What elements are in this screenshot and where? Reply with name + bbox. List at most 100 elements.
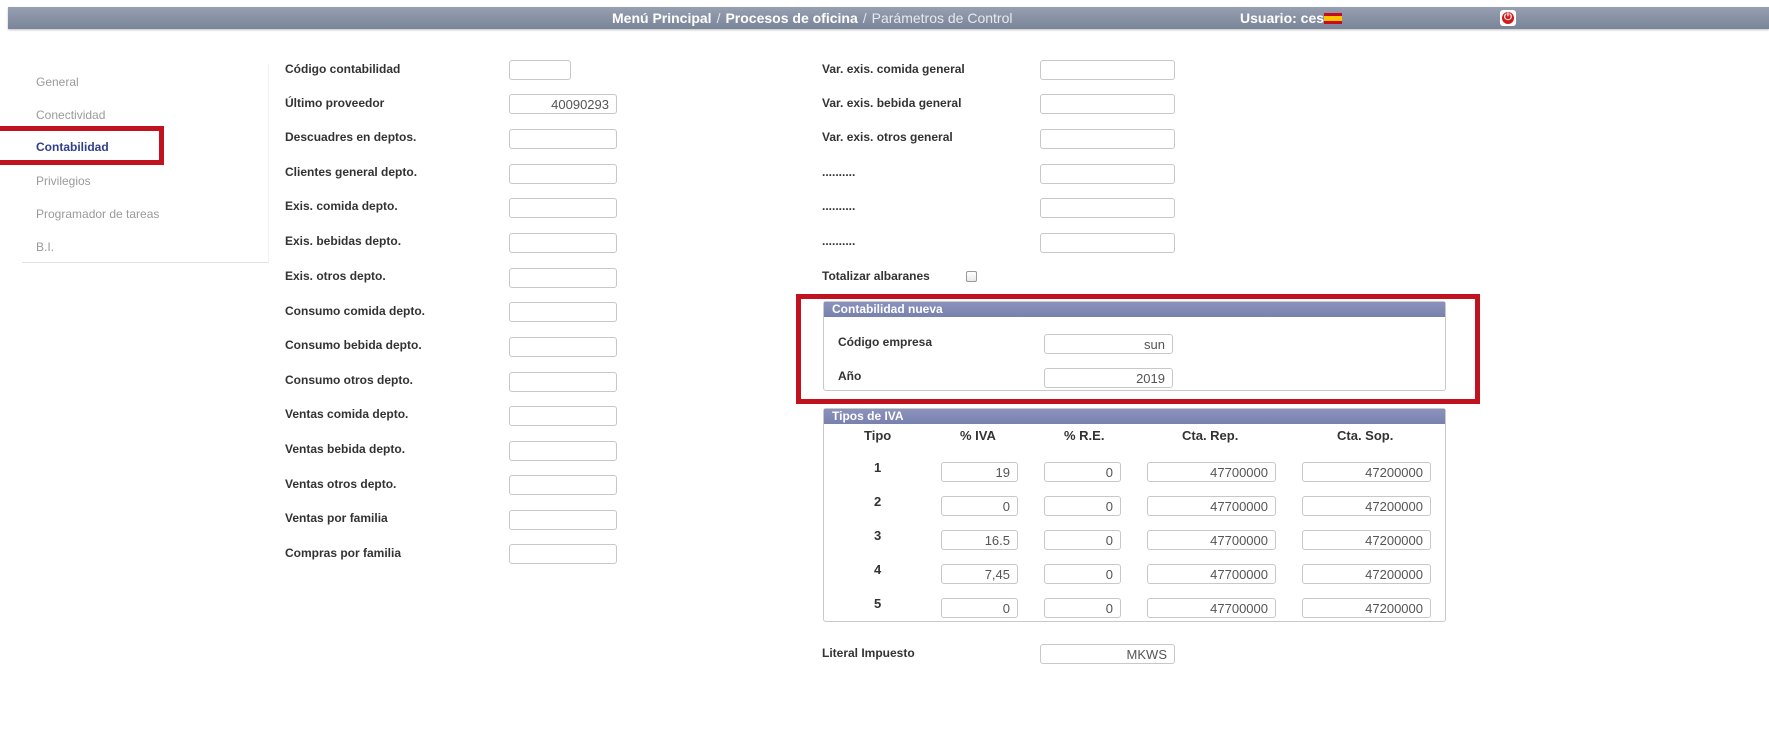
panel-title: Tipos de IVA (824, 409, 1445, 424)
codigo-empresa-label: Código empresa (838, 335, 933, 349)
exis-comida-input[interactable] (509, 198, 617, 218)
re-input[interactable] (1044, 496, 1121, 516)
cta-sop-input[interactable] (1302, 564, 1431, 584)
field-label: Ventas por familia (285, 511, 388, 525)
tipo-cell: 2 (874, 494, 882, 509)
cta-rep-input[interactable] (1147, 530, 1276, 550)
cta-rep-input[interactable] (1147, 564, 1276, 584)
field-label: Exis. comida depto. (285, 199, 398, 213)
sidebar-item-privilegios[interactable]: Privilegios (36, 174, 91, 188)
iva-input[interactable] (941, 598, 1018, 618)
field-label: Ventas comida depto. (285, 407, 409, 421)
field-label: .......... (822, 199, 856, 213)
sidebar: General Conectividad Contabilidad Privil… (22, 64, 269, 263)
column-header-cta-rep: Cta. Rep. (1182, 428, 1239, 443)
breadcrumb-separator: / (716, 10, 721, 26)
iva-input[interactable] (941, 462, 1018, 482)
column-header-iva: % IVA (960, 428, 996, 443)
sidebar-item-conectividad[interactable]: Conectividad (36, 108, 105, 122)
tipo-cell: 5 (874, 596, 882, 611)
tipo-cell: 3 (874, 528, 882, 543)
cta-rep-input[interactable] (1147, 598, 1276, 618)
totalizar-albaranes-checkbox[interactable] (966, 271, 977, 282)
cta-rep-input[interactable] (1147, 496, 1276, 516)
re-input[interactable] (1044, 564, 1121, 584)
column-header-tipo: Tipo (864, 428, 892, 443)
var-exis-comida-input[interactable] (1040, 60, 1175, 80)
power-icon: ⏻ (1502, 12, 1514, 24)
cta-sop-input[interactable] (1302, 598, 1431, 618)
compras-familia-input[interactable] (509, 544, 617, 564)
sidebar-item-contabilidad[interactable]: Contabilidad (36, 140, 109, 154)
descuadres-input[interactable] (509, 129, 617, 149)
sidebar-item-general[interactable]: General (36, 75, 79, 89)
breadcrumb-home[interactable]: Menú Principal (612, 10, 712, 26)
codigo-contabilidad-input[interactable] (509, 60, 571, 80)
field-label: Consumo otros depto. (285, 373, 413, 387)
column-header-cta-sop: Cta. Sop. (1337, 428, 1394, 443)
consumo-otros-input[interactable] (509, 372, 617, 392)
field-label: Consumo comida depto. (285, 304, 426, 318)
sidebar-item-bi[interactable]: B.I. (36, 240, 54, 254)
placeholder-field-1-input[interactable] (1040, 164, 1175, 184)
re-input[interactable] (1044, 530, 1121, 550)
ultimo-proveedor-input[interactable] (509, 94, 617, 114)
field-label: Código contabilidad (285, 62, 401, 76)
ventas-comida-input[interactable] (509, 406, 617, 426)
panel-title: Contabilidad nueva (824, 302, 1445, 317)
ventas-otros-input[interactable] (509, 475, 617, 495)
field-label: Var. exis. otros general (822, 130, 953, 144)
field-label: Compras por familia (285, 546, 402, 560)
placeholder-field-2-input[interactable] (1040, 198, 1175, 218)
field-label: Último proveedor (285, 96, 385, 110)
tipo-cell: 1 (874, 460, 882, 475)
breadcrumb: Menú Principal / Procesos de oficina / Parám… (612, 10, 1012, 26)
field-label: Ventas otros depto. (285, 477, 397, 491)
literal-impuesto-input[interactable] (1040, 644, 1175, 664)
iva-input[interactable] (941, 496, 1018, 516)
placeholder-field-3-input[interactable] (1040, 233, 1175, 253)
anio-label: Año (838, 369, 862, 383)
cta-sop-input[interactable] (1302, 462, 1431, 482)
cta-sop-input[interactable] (1302, 530, 1431, 550)
literal-impuesto-label: Literal Impuesto (822, 646, 915, 660)
breadcrumb-section[interactable]: Procesos de oficina (725, 10, 857, 26)
column-header-re: % R.E. (1064, 428, 1105, 443)
field-label: Clientes general depto. (285, 165, 418, 179)
cta-sop-input[interactable] (1302, 496, 1431, 516)
user-label: Usuario: cesar (1240, 10, 1338, 26)
field-label: Var. exis. bebida general (822, 96, 962, 110)
cta-rep-input[interactable] (1147, 462, 1276, 482)
spain-flag-icon[interactable] (1324, 13, 1342, 24)
exis-bebidas-input[interactable] (509, 233, 617, 253)
field-label: Ventas bebida depto. (285, 442, 406, 456)
ventas-bebida-input[interactable] (509, 441, 617, 461)
tipo-cell: 4 (874, 562, 882, 577)
field-label: Descuadres en deptos. (285, 130, 417, 144)
iva-input[interactable] (941, 564, 1018, 584)
field-label: Exis. bebidas depto. (285, 234, 402, 248)
ventas-familia-input[interactable] (509, 510, 617, 530)
consumo-bebida-input[interactable] (509, 337, 617, 357)
var-exis-bebida-input[interactable] (1040, 94, 1175, 114)
var-exis-otros-input[interactable] (1040, 129, 1175, 149)
breadcrumb-separator: / (862, 10, 867, 26)
iva-input[interactable] (941, 530, 1018, 550)
field-label: .......... (822, 165, 856, 179)
field-label: Exis. otros depto. (285, 269, 386, 283)
exis-otros-input[interactable] (509, 268, 617, 288)
re-input[interactable] (1044, 598, 1121, 618)
consumo-comida-input[interactable] (509, 302, 617, 322)
totalizar-albaranes-label: Totalizar albaranes (822, 269, 930, 283)
re-input[interactable] (1044, 462, 1121, 482)
top-navigation-bar: Menú Principal / Procesos de oficina / Parám… (8, 7, 1769, 29)
breadcrumb-current: Parámetros de Control (871, 10, 1013, 26)
power-button[interactable]: ⏻ (1500, 10, 1516, 26)
field-label: Var. exis. comida general (822, 62, 965, 76)
sidebar-item-programador[interactable]: Programador de tareas (36, 207, 159, 221)
field-label: .......... (822, 234, 856, 248)
field-label: Consumo bebida depto. (285, 338, 422, 352)
anio-input[interactable] (1044, 368, 1173, 388)
codigo-empresa-input[interactable] (1044, 334, 1173, 354)
clientes-general-input[interactable] (509, 164, 617, 184)
